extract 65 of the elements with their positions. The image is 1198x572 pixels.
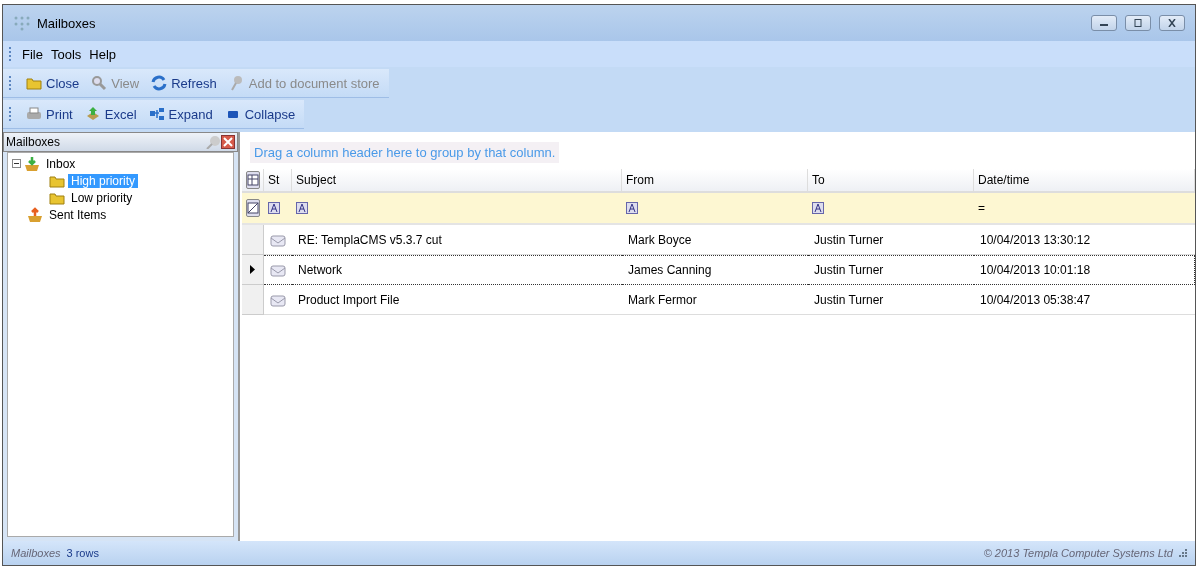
text-filter-icon[interactable] [626, 202, 638, 214]
toolbar-button[interactable]: Excel [81, 104, 140, 124]
resize-grip-icon[interactable] [1179, 549, 1187, 557]
table-cell: Mark Boyce [622, 225, 808, 255]
menu-item[interactable]: Help [86, 46, 120, 62]
text-filter-icon[interactable] [268, 202, 280, 214]
table-cell: 10/04/2013 10:01:18 [974, 255, 1195, 285]
minus-icon [14, 161, 19, 166]
table-cell: RE: TemplaCMS v5.3.7 cut [292, 225, 622, 255]
copyright-text: © 2013 Templa Computer Systems Ltd [983, 547, 1173, 559]
status-label: Mailboxes [11, 547, 61, 559]
table-cell: Justin Turner [808, 225, 974, 255]
maximize-icon [1133, 19, 1143, 27]
inbox-icon [24, 155, 40, 172]
column-header[interactable]: St [264, 169, 292, 193]
app-icon [13, 15, 31, 31]
table-cell: Product Import File [292, 285, 622, 315]
printer-icon [26, 106, 42, 122]
row-count: 3 rows [66, 547, 99, 559]
panel-title: Mailboxes [6, 135, 62, 149]
toolbar-button[interactable]: Refresh [148, 73, 220, 93]
table-cell: 10/04/2013 13:30:12 [974, 225, 1195, 255]
magnifier-icon [91, 75, 108, 91]
toolbar-button[interactable]: Expand [145, 104, 216, 124]
window-title: Mailboxes [37, 15, 96, 31]
envelope-icon [270, 232, 286, 247]
group-by-hint: Drag a column header here to group by that column. [250, 142, 560, 163]
collapse-toggle[interactable] [12, 159, 21, 168]
column-header[interactable]: Subject [292, 169, 622, 193]
toolbar-button[interactable]: Print [23, 104, 76, 124]
sent-tray-icon [27, 206, 43, 223]
menu-item[interactable]: File [19, 46, 46, 62]
current-row-icon [250, 265, 255, 274]
minimize-button[interactable] [1091, 15, 1117, 31]
folder-icon [26, 75, 42, 91]
pin-icon [228, 75, 245, 91]
refresh-icon [151, 75, 168, 91]
table-cell: James Canning [622, 255, 808, 285]
envelope-icon [270, 263, 286, 277]
column-header[interactable]: Date/time [974, 169, 1195, 193]
column-header[interactable]: To [808, 169, 974, 193]
text-filter-icon[interactable] [296, 202, 308, 214]
text-filter-icon[interactable] [812, 202, 824, 214]
column-chooser-button[interactable] [246, 171, 260, 189]
close-icon [1167, 19, 1177, 27]
close-button[interactable] [1159, 15, 1185, 31]
table-cell: Justin Turner [808, 285, 974, 315]
toolbar-button[interactable]: Close [23, 73, 83, 93]
column-header[interactable]: From [622, 169, 808, 193]
tree-item[interactable]: Low priority [68, 190, 136, 205]
maximize-button[interactable] [1125, 15, 1151, 31]
envelope-icon [270, 292, 286, 307]
row-indicator[interactable] [242, 255, 264, 285]
close-panel-button[interactable] [221, 135, 235, 149]
table-cell: 10/04/2013 05:38:47 [974, 285, 1195, 315]
tree-item[interactable]: Sent Items [46, 207, 110, 222]
menu-item[interactable]: Tools [47, 46, 85, 62]
filter-operator[interactable]: = [978, 201, 985, 215]
tree-icon [148, 106, 165, 122]
table-cell: Justin Turner [808, 255, 974, 285]
filter-toggle-button[interactable] [246, 199, 260, 217]
tree-item[interactable]: Inbox [43, 156, 79, 171]
table-cell: Network [292, 255, 622, 285]
table-cell: Mark Fermor [622, 285, 808, 315]
toolbar-button[interactable]: Collapse [221, 104, 299, 124]
